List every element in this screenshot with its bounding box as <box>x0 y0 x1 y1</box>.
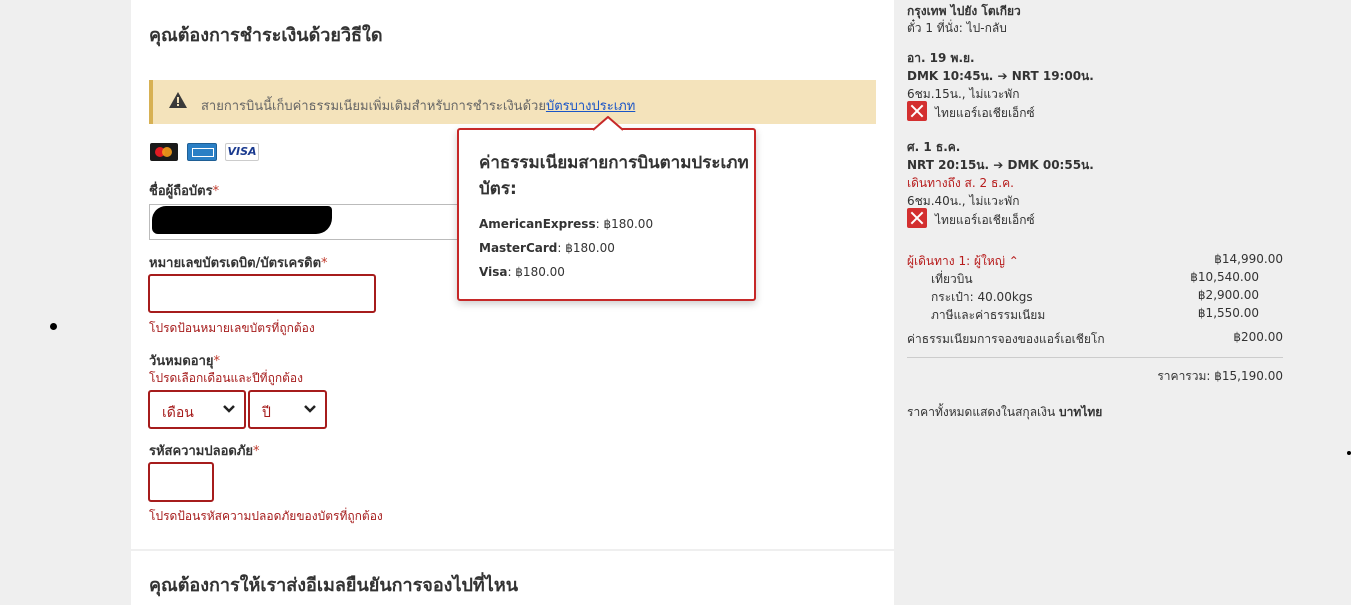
warning-message: สายการบินนี้เก็บค่าธรรมเนียมเพิ่มเติมสำห… <box>201 99 546 114</box>
chevron-down-icon <box>223 405 235 413</box>
card-fee-tooltip: ค่าธรรมเนียมสายการบินตามประเภทบัตร: Amer… <box>457 128 756 301</box>
return-airline: ไทยแอร์เอเชียเอ็กซ์ <box>935 213 1035 227</box>
airasia-x-logo-icon <box>907 101 927 121</box>
warning-banner: สายการบินนี้เก็บค่าธรรมเนียมเพิ่มเติมสำห… <box>149 80 876 124</box>
email-section-title: คุณต้องการให้เราส่งอีเมลยืนยันการจองไปที… <box>149 575 519 596</box>
visa-icon: VISA <box>225 143 259 161</box>
card-types-link[interactable]: บัตรบางประเภท <box>546 99 635 114</box>
fare-line-label: ภาษีและค่าธรรมเนียม <box>931 308 1046 322</box>
tooltip-row: AmericanExpress: ฿180.00 <box>479 217 654 231</box>
expiry-error: โปรดเลือกเดือนและปีที่ถูกต้อง <box>149 371 303 385</box>
fare-line-amount: ฿10,540.00 <box>1190 270 1259 284</box>
return-date: ศ. 1 ธ.ค. <box>907 140 961 154</box>
tooltip-title: ค่าธรรมเนียมสายการบินตามประเภทบัตร: <box>479 153 749 199</box>
outbound-date: อา. 19 พ.ย. <box>907 51 975 65</box>
stray-dot <box>1347 451 1351 455</box>
mastercard-icon <box>150 143 178 161</box>
expiry-label: วันหมดอายุ* <box>149 354 220 369</box>
tooltip-row: MasterCard: ฿180.00 <box>479 241 615 255</box>
currency-note: ราคาทั้งหมดแสดงในสกุลเงิน บาทไทย <box>907 405 1103 419</box>
tooltip-arrow <box>593 116 623 131</box>
payment-title: คุณต้องการชำระเงินด้วยวิธีใด <box>149 25 383 46</box>
passenger-total: ฿14,990.00 <box>1214 252 1283 266</box>
warning-text: สายการบินนี้เก็บค่าธรรมเนียมเพิ่มเติมสำห… <box>201 95 635 116</box>
ticket-info: ตั๋ว 1 ที่นั่ง: ไป-กลับ <box>907 21 1007 35</box>
security-code-label: รหัสความปลอดภัย* <box>149 444 260 459</box>
return-arrival-note: เดินทางถึง ส. 2 ธ.ค. <box>907 176 1014 190</box>
security-code-input[interactable] <box>148 462 214 502</box>
amex-icon <box>187 143 217 161</box>
fare-line-label: กระเป๋า: 40.00kgs <box>931 290 1033 304</box>
fare-line-amount: ฿1,550.00 <box>1197 306 1259 320</box>
outbound-airline: ไทยแอร์เอเชียเอ็กซ์ <box>935 106 1035 120</box>
year-value: ปี <box>262 405 271 421</box>
expiry-year-select[interactable]: ปี <box>248 390 327 429</box>
card-number-error: โปรดป้อนหมายเลขบัตรที่ถูกต้อง <box>149 321 315 335</box>
redacted-name <box>152 206 332 234</box>
expiry-month-select[interactable]: เดือน <box>148 390 246 429</box>
passenger-toggle[interactable]: ผู้เดินทาง 1: ผู้ใหญ่ ⌃ <box>907 252 1019 271</box>
stray-dot <box>50 323 57 330</box>
warning-icon <box>169 92 187 108</box>
security-code-error: โปรดป้อนรหัสความปลอดภัยของบัตรที่ถูกต้อง <box>149 509 383 523</box>
return-times: NRT 20:15น. ➔ DMK 00:55น. <box>907 158 1094 172</box>
card-number-input[interactable] <box>148 274 376 313</box>
booking-fee: ฿200.00 <box>1233 330 1283 344</box>
card-number-label: หมายเลขบัตรเดบิต/บัตรเครดิต* <box>149 256 328 271</box>
chevron-down-icon <box>304 405 316 413</box>
fare-line-label: เที่ยวบิน <box>931 272 973 286</box>
divider <box>907 357 1283 358</box>
fare-line-amount: ฿2,900.00 <box>1197 288 1259 302</box>
cardholder-name-label: ชื่อผู้ถือบัตร* <box>149 184 220 199</box>
airasia-x-logo-icon <box>907 208 927 228</box>
tooltip-row: Visa: ฿180.00 <box>479 265 565 279</box>
total-price: ราคารวม: ฿15,190.00 <box>1157 369 1283 383</box>
month-value: เดือน <box>162 405 194 421</box>
booking-fee-label: ค่าธรรมเนียมการจองของแอร์เอเชียโก <box>907 332 1105 346</box>
outbound-times: DMK 10:45น. ➔ NRT 19:00น. <box>907 69 1094 83</box>
